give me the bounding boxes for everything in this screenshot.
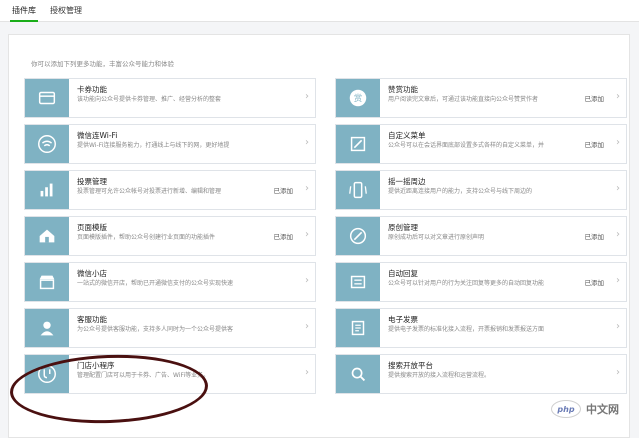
plugin-title: 卡券功能 (77, 85, 107, 94)
chevron-right-icon[interactable]: › (616, 321, 620, 332)
watermark-text: 中文网 (586, 403, 619, 416)
plugin-card[interactable]: 卡券功能该功能向公众号提供卡券管理、推广、经营分析的整套 › (24, 78, 316, 118)
chevron-right-icon[interactable]: › (616, 229, 620, 240)
watermark-logo: php 中文网 (551, 396, 631, 422)
wifi-icon (25, 125, 69, 163)
plugin-description: 为公众号提供客服功能，支持多人同时为一个公众号提供客 (77, 326, 234, 333)
service-icon (25, 309, 69, 347)
plugin-description: 一站式的微信开店，帮助已开通微信支付的公众号实现快速 (77, 280, 234, 287)
plugin-status: 已添加 (273, 187, 294, 195)
plugin-card[interactable]: 微信小店一站式的微信开店，帮助已开通微信支付的公众号实现快速 › (24, 262, 316, 302)
plugin-card[interactable]: 电子发票提供电子发票的标准化接入流程，开票报销和发票报送方面 › (335, 308, 627, 348)
chevron-right-icon[interactable]: › (616, 183, 620, 194)
plugin-card[interactable]: 摇一摇周边提供近距离连接用户的能力，支持公众号与线下周边的 › (335, 170, 627, 210)
plugin-title: 自定义菜单 (388, 131, 426, 140)
plugin-description: 用户阅读完文章后，可通过该功能直接向公众号赞赏作者 (388, 96, 539, 103)
top-tab-bar: 插件库 授权管理 (0, 0, 639, 22)
plugin-card[interactable]: 客服功能为公众号提供客服功能，支持多人同时为一个公众号提供客 › (24, 308, 316, 348)
plugin-description: 提供近距离连接用户的能力，支持公众号与线下周边的 (388, 188, 533, 195)
plugin-title: 搜索开放平台 (388, 361, 433, 370)
reward-icon: 赏 (336, 79, 380, 117)
tab-authorization[interactable]: 授权管理 (50, 5, 82, 16)
plugin-title: 微信小店 (77, 269, 107, 278)
chevron-right-icon[interactable]: › (305, 229, 309, 240)
plugin-description: 提供Wi-Fi连接服务能力，打通线上与线下的网，更好地提 (77, 142, 230, 149)
plugin-title: 微信连Wi-Fi (77, 131, 118, 140)
shop-icon (25, 263, 69, 301)
plugin-status: 已添加 (584, 279, 605, 287)
plugin-title: 原创管理 (388, 223, 418, 232)
chevron-right-icon[interactable]: › (616, 275, 620, 286)
search-icon (336, 355, 380, 393)
plugin-description: 公众号可以针对用户的行为关注回复等更多的自动回复功能 (388, 280, 545, 287)
invoice-icon (336, 309, 380, 347)
watermark-badge: php (551, 400, 581, 418)
plugin-card[interactable]: 自动回复公众号可以针对用户的行为关注回复等更多的自动回复功能 已添加 › (335, 262, 627, 302)
plugin-title: 自动回复 (388, 269, 418, 278)
chevron-right-icon[interactable]: › (616, 137, 620, 148)
plugin-description: 投票管理可允许公众帐号对投票进行新增、编辑和管理 (77, 188, 222, 195)
chevron-right-icon[interactable]: › (305, 321, 309, 332)
plugin-card[interactable]: 赏 赞赏功能用户阅读完文章后，可通过该功能直接向公众号赞赏作者 已添加 › (335, 78, 627, 118)
chevron-right-icon[interactable]: › (305, 137, 309, 148)
tab-plugins[interactable]: 插件库 (10, 5, 38, 22)
plugin-status: 已添加 (584, 141, 605, 149)
intro-text: 你可以添加下列更多功能，丰富公众号能力和体验 (31, 60, 174, 68)
chevron-right-icon[interactable]: › (616, 367, 620, 378)
compass-icon (336, 217, 380, 255)
plugin-card[interactable]: 自定义菜单公众号可以在会话界面底部设置多式各样的自定义菜单，并 已添加 › (335, 124, 627, 164)
plugin-card[interactable]: 搜索开放平台提供搜索开放的接入流程和运营流程。 › (335, 354, 627, 394)
plugin-status: 已添加 (273, 233, 294, 241)
chevron-right-icon[interactable]: › (305, 275, 309, 286)
plugin-title: 赞赏功能 (388, 85, 418, 94)
plugin-title: 页面模版 (77, 223, 107, 232)
plugin-card[interactable]: 页面模版页面模版插件，帮助公众号创建行业页面的功能插件 已添加 › (24, 216, 316, 256)
home-icon (25, 217, 69, 255)
card-icon (25, 79, 69, 117)
plugin-description: 该功能向公众号提供卡券管理、推广、经营分析的整套 (77, 96, 222, 103)
chart-icon (25, 171, 69, 209)
plugin-card[interactable]: 投票管理投票管理可允许公众帐号对投票进行新增、编辑和管理 已添加 › (24, 170, 316, 210)
plugin-card[interactable]: 微信连Wi-Fi 提供Wi-Fi连接服务能力，打通线上与线下的网，更好地提 › (24, 124, 316, 164)
plugin-description: 原创成功后可以对文章进行原创声明 (388, 234, 485, 241)
chevron-right-icon[interactable]: › (616, 91, 620, 102)
menu-edit-icon (336, 125, 380, 163)
plugin-description: 提供电子发票的标准化接入流程，开票报销和发票报送方面 (388, 326, 545, 333)
plugin-description: 提供搜索开放的接入流程和运营流程。 (388, 372, 491, 379)
plugin-title: 投票管理 (77, 177, 107, 186)
plugin-card[interactable]: 原创管理原创成功后可以对文章进行原创声明 已添加 › (335, 216, 627, 256)
plugin-title: 客服功能 (77, 315, 107, 324)
chevron-right-icon[interactable]: › (305, 91, 309, 102)
plugin-title: 摇一摇周边 (388, 177, 426, 186)
svg-text:赏: 赏 (354, 93, 362, 103)
plugin-description: 公众号可以在会话界面底部设置多式各样的自定义菜单，并 (388, 142, 545, 149)
chevron-right-icon[interactable]: › (305, 367, 309, 378)
plugin-status: 已添加 (584, 95, 605, 103)
plugin-title: 电子发票 (388, 315, 418, 324)
chevron-right-icon[interactable]: › (305, 183, 309, 194)
plugin-description: 页面模版插件，帮助公众号创建行业页面的功能插件 (77, 234, 216, 241)
plugin-status: 已添加 (584, 233, 605, 241)
shake-icon (336, 171, 380, 209)
reply-icon (336, 263, 380, 301)
